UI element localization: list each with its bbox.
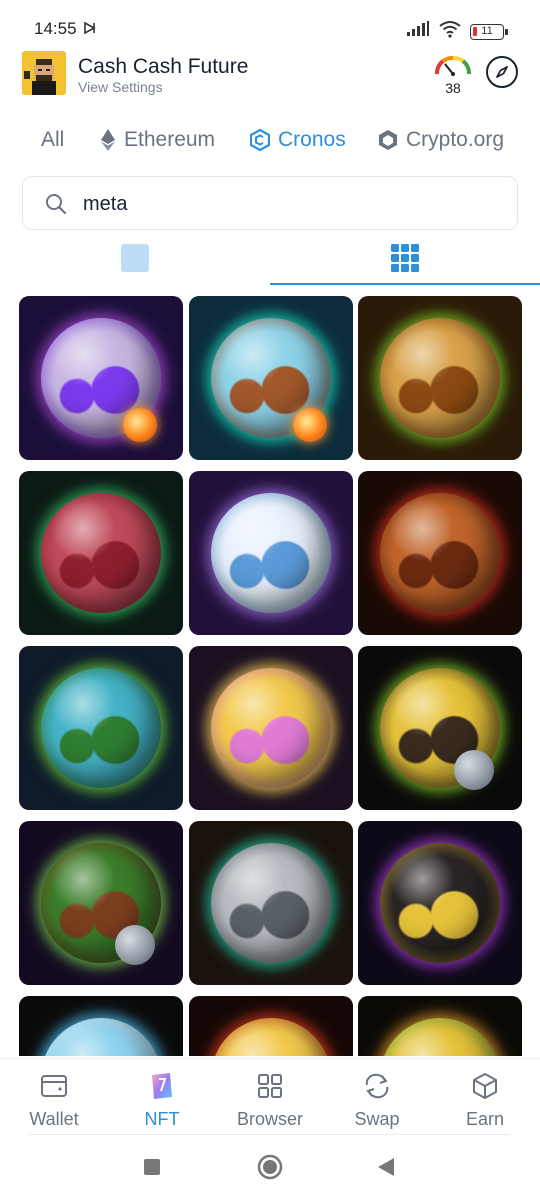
tab-ethereum[interactable]: Ethereum	[100, 128, 215, 152]
planet-image	[41, 668, 161, 788]
nav-wallet-label: Wallet	[29, 1109, 79, 1129]
swap-icon	[332, 1071, 422, 1101]
home-button[interactable]	[257, 1154, 283, 1185]
nft-card[interactable]	[358, 821, 522, 985]
status-bar: 14:55 11	[0, 0, 540, 44]
compass-button[interactable]	[486, 56, 518, 88]
tab-cronos-label: Cronos	[278, 128, 346, 151]
nav-earn-label: Earn	[465, 1109, 505, 1129]
nft-card[interactable]	[358, 471, 522, 635]
crypto-org-icon	[379, 130, 397, 150]
bottom-navigation: Wallet NFT Browser Swap Earn	[0, 1058, 540, 1140]
wifi-icon	[438, 20, 462, 43]
comet-decoration	[292, 408, 327, 442]
nft-card[interactable]	[188, 296, 353, 460]
wallet-name[interactable]: Cash Cash Future	[78, 55, 248, 79]
planet-image	[380, 493, 500, 613]
nft-card[interactable]	[19, 646, 183, 810]
nft-card[interactable]	[19, 996, 183, 1056]
nav-browser[interactable]: Browser	[225, 1071, 315, 1130]
planet-image	[210, 843, 331, 963]
gauge-value: 38	[445, 80, 461, 96]
view-selected-indicator	[270, 283, 540, 285]
planet-image	[210, 1018, 331, 1056]
nft-icon	[117, 1071, 207, 1101]
comet-decoration	[123, 408, 157, 442]
earn-icon	[440, 1071, 530, 1101]
nft-card[interactable]	[188, 996, 353, 1056]
search-input[interactable]	[83, 190, 483, 218]
signal-icon	[406, 21, 430, 42]
system-navigation	[0, 1142, 540, 1200]
large-view-icon[interactable]	[121, 244, 149, 272]
nav-nft-label: NFT	[144, 1109, 180, 1129]
planet-image	[41, 493, 161, 613]
wallet-icon	[9, 1071, 99, 1101]
gauge-icon	[435, 56, 471, 76]
circle-icon	[257, 1154, 283, 1180]
planet-image	[210, 493, 331, 613]
grid-view-icon[interactable]	[391, 244, 419, 272]
nft-card[interactable]	[188, 646, 353, 810]
planet-image	[380, 318, 500, 438]
tab-all[interactable]: All	[41, 128, 64, 152]
nav-browser-label: Browser	[236, 1109, 303, 1129]
recent-apps-button[interactable]	[143, 1158, 161, 1181]
risk-gauge[interactable]: 38	[432, 52, 474, 98]
nav-wallet[interactable]: Wallet	[9, 1071, 99, 1130]
moon-decoration	[115, 925, 155, 965]
square-icon	[144, 1159, 160, 1175]
cast-icon	[84, 21, 96, 39]
cronos-icon	[250, 129, 270, 151]
view-settings-link[interactable]: View Settings	[78, 79, 163, 95]
chain-filter-tabs: All Ethereum Cronos Crypto.org	[0, 122, 540, 162]
wallet-header: Cash Cash Future View Settings 38	[0, 48, 540, 100]
nav-nft[interactable]: NFT	[117, 1071, 207, 1130]
back-button[interactable]	[377, 1157, 395, 1182]
nft-card[interactable]	[19, 471, 183, 635]
avatar[interactable]	[22, 51, 66, 95]
tab-cronos[interactable]: Cronos	[250, 128, 346, 152]
browser-icon	[225, 1071, 315, 1101]
compass-icon	[496, 66, 508, 78]
tab-crypto-org-label: Crypto.org	[406, 128, 505, 151]
tab-ethereum-label: Ethereum	[124, 128, 216, 151]
search-icon	[45, 193, 67, 220]
nav-swap-label: Swap	[354, 1109, 400, 1129]
triangle-back-icon	[378, 1158, 394, 1176]
planet-image	[210, 668, 331, 788]
search-bar[interactable]	[22, 176, 518, 230]
ethereum-icon	[101, 129, 115, 151]
nft-card[interactable]	[358, 646, 522, 810]
tab-crypto-org[interactable]: Crypto.org	[378, 128, 504, 152]
moon-decoration	[454, 750, 494, 790]
nav-earn[interactable]: Earn	[440, 1071, 530, 1130]
nft-card[interactable]	[358, 996, 522, 1056]
status-time: 14:55	[34, 19, 77, 38]
planet-image	[380, 843, 500, 963]
nft-card[interactable]	[19, 821, 183, 985]
nav-divider	[30, 1134, 510, 1135]
nft-card[interactable]	[188, 471, 353, 635]
nft-card[interactable]	[358, 296, 522, 460]
nft-card[interactable]	[19, 296, 183, 460]
planet-image	[41, 1018, 161, 1056]
planet-image	[380, 1018, 500, 1056]
nav-swap[interactable]: Swap	[332, 1071, 422, 1130]
tab-all-label: All	[41, 128, 65, 151]
nft-grid	[19, 296, 522, 1056]
view-toggle	[0, 236, 540, 286]
status-indicators: 11	[406, 20, 508, 43]
battery-icon: 11	[470, 23, 508, 40]
nft-card[interactable]	[188, 821, 353, 985]
